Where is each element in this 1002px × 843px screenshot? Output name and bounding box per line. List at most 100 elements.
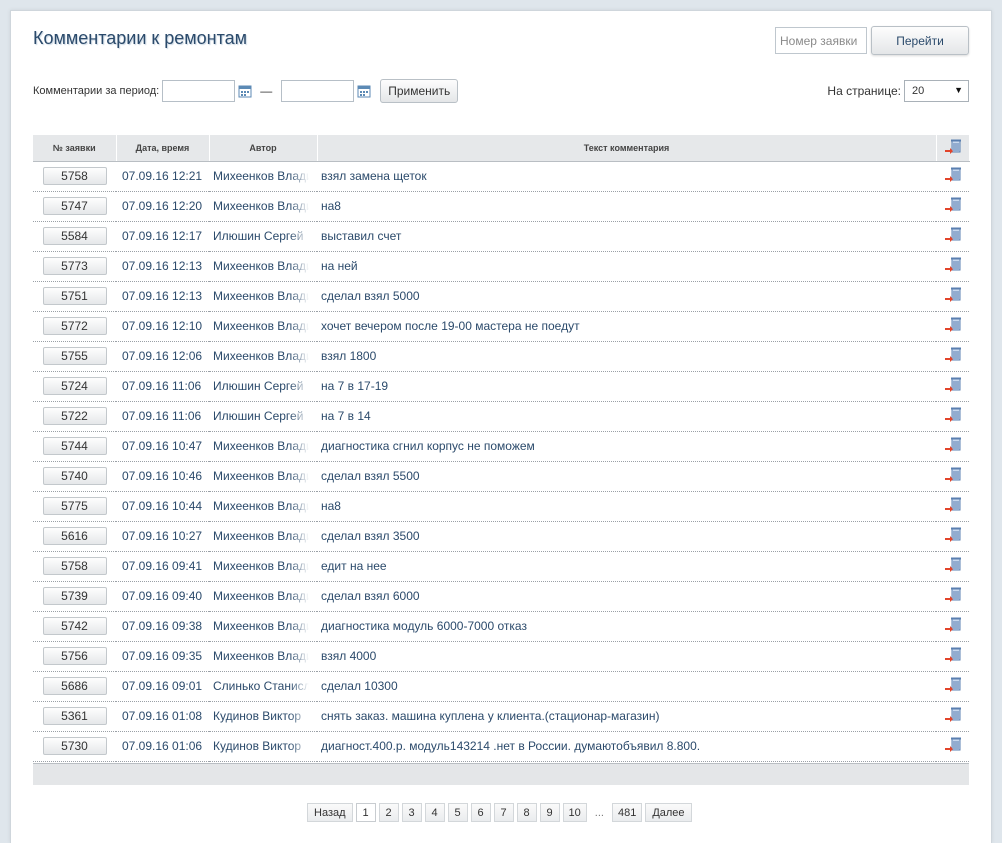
page-button[interactable]: 8 bbox=[516, 803, 537, 822]
delete-comment-icon[interactable] bbox=[944, 466, 962, 484]
actions-cell bbox=[936, 431, 969, 462]
page-button[interactable]: 9 bbox=[539, 803, 560, 822]
date-from-input[interactable] bbox=[162, 80, 236, 102]
delete-comment-icon[interactable] bbox=[944, 346, 962, 364]
table-row: 5758 07.09.16 09:41 Михеенков Владимир едит… bbox=[33, 551, 969, 582]
order-number-button[interactable]: 5739 bbox=[42, 587, 107, 605]
column-header-datetime: Дата, время bbox=[116, 135, 210, 162]
table-footer bbox=[33, 763, 969, 785]
comment-text-cell: взял замена щеток bbox=[317, 161, 936, 192]
order-number-button[interactable]: 5751 bbox=[42, 287, 107, 305]
table-row: 5751 07.09.16 12:13 Михеенков Владимир сдел… bbox=[33, 281, 969, 312]
datetime-cell: 07.09.16 12:06 bbox=[116, 341, 209, 372]
order-number-button[interactable]: 5755 bbox=[42, 347, 107, 365]
order-number-button[interactable]: 5361 bbox=[42, 707, 107, 725]
order-number-button[interactable]: 5616 bbox=[42, 527, 107, 545]
delete-comment-icon[interactable] bbox=[944, 286, 962, 304]
author-cell: Михеенков Владимир bbox=[209, 581, 317, 612]
date-to-input[interactable] bbox=[281, 80, 355, 102]
order-number-cell: 5739 bbox=[33, 581, 116, 612]
order-number-button[interactable]: 5584 bbox=[42, 227, 107, 245]
page-button-last[interactable]: 481 bbox=[611, 803, 643, 822]
order-number-button[interactable]: 5742 bbox=[42, 617, 107, 635]
delete-comment-icon[interactable] bbox=[944, 526, 962, 544]
page-button[interactable]: 6 bbox=[470, 803, 491, 822]
per-page-select[interactable]: 20 ▼ bbox=[904, 80, 969, 102]
go-button[interactable]: Перейти bbox=[871, 26, 969, 55]
table-row: 5730 07.09.16 01:06 Кудинов Виктор диагност… bbox=[33, 731, 969, 762]
table-row: 5722 07.09.16 11:06 Илюшин Сергей на 7 в 14 bbox=[33, 401, 969, 432]
order-number-cell: 5740 bbox=[33, 461, 116, 492]
order-number-button[interactable]: 5758 bbox=[42, 167, 107, 185]
page-button[interactable]: 1 bbox=[355, 803, 376, 822]
delete-comment-icon[interactable] bbox=[944, 376, 962, 394]
order-number-button[interactable]: 5724 bbox=[42, 377, 107, 395]
datetime-cell: 07.09.16 10:44 bbox=[116, 491, 209, 522]
order-number-cell: 5758 bbox=[33, 551, 116, 582]
table-row: 5616 07.09.16 10:27 Михеенков Владимир сдел… bbox=[33, 521, 969, 552]
datetime-cell: 07.09.16 12:10 bbox=[116, 311, 209, 342]
delete-comment-icon[interactable] bbox=[944, 256, 962, 274]
order-number-button[interactable]: 5772 bbox=[42, 317, 107, 335]
page-button[interactable]: 7 bbox=[493, 803, 514, 822]
page-button[interactable]: 5 bbox=[447, 803, 468, 822]
actions-cell bbox=[936, 581, 969, 612]
order-number-cell: 5773 bbox=[33, 251, 116, 282]
order-number-button[interactable]: 5730 bbox=[42, 737, 107, 755]
order-number-button[interactable]: 5773 bbox=[42, 257, 107, 275]
delete-comment-icon[interactable] bbox=[944, 646, 962, 664]
table-row: 5773 07.09.16 12:13 Михеенков Владимир на н… bbox=[33, 251, 969, 282]
order-number-input[interactable] bbox=[775, 27, 867, 54]
datetime-cell: 07.09.16 11:06 bbox=[116, 401, 209, 432]
author-name: Илюшин Сергей bbox=[213, 409, 304, 423]
delete-comment-icon[interactable] bbox=[944, 736, 962, 754]
delete-comment-icon[interactable] bbox=[944, 316, 962, 334]
page-button[interactable]: 3 bbox=[401, 803, 422, 822]
order-number-button[interactable]: 5740 bbox=[42, 467, 107, 485]
delete-comment-icon[interactable] bbox=[944, 706, 962, 724]
author-name: Михеенков Владимир bbox=[213, 469, 309, 483]
delete-comment-icon[interactable] bbox=[944, 676, 962, 694]
delete-comment-icon[interactable] bbox=[944, 196, 962, 214]
actions-cell bbox=[936, 731, 969, 762]
author-name: Михеенков Владимир bbox=[213, 559, 309, 573]
delete-all-icon[interactable] bbox=[944, 138, 962, 156]
range-dash: — bbox=[260, 84, 273, 98]
apply-button[interactable]: Применить bbox=[380, 79, 459, 103]
delete-comment-icon[interactable] bbox=[944, 436, 962, 454]
datetime-cell: 07.09.16 09:40 bbox=[116, 581, 209, 612]
order-number-button[interactable]: 5747 bbox=[42, 197, 107, 215]
table-row: 5740 07.09.16 10:46 Михеенков Владимир сдел… bbox=[33, 461, 969, 492]
delete-comment-icon[interactable] bbox=[944, 166, 962, 184]
delete-comment-icon[interactable] bbox=[944, 406, 962, 424]
author-name: Михеенков Владимир bbox=[213, 589, 309, 603]
page-button[interactable]: 4 bbox=[424, 803, 445, 822]
delete-comment-icon[interactable] bbox=[944, 556, 962, 574]
next-page-button[interactable]: Далее bbox=[645, 803, 692, 822]
order-number-button[interactable]: 5744 bbox=[42, 437, 107, 455]
comment-text-cell: сделал взял 3500 bbox=[317, 521, 936, 552]
order-number-button[interactable]: 5758 bbox=[42, 557, 107, 575]
order-number-button[interactable]: 5722 bbox=[42, 407, 107, 425]
order-number-cell: 5775 bbox=[33, 491, 116, 522]
delete-comment-icon[interactable] bbox=[944, 586, 962, 604]
chevron-down-icon: ▼ bbox=[954, 85, 963, 95]
order-number-button[interactable]: 5775 bbox=[42, 497, 107, 515]
delete-comment-icon[interactable] bbox=[944, 616, 962, 634]
delete-comment-icon[interactable] bbox=[944, 496, 962, 514]
page-button[interactable]: 2 bbox=[378, 803, 399, 822]
actions-cell bbox=[936, 491, 969, 522]
delete-comment-icon[interactable] bbox=[944, 226, 962, 244]
author-cell: Михеенков Владимир bbox=[209, 521, 317, 552]
table-row: 5747 07.09.16 12:20 Михеенков Владимир на8 bbox=[33, 191, 969, 222]
author-cell: Кудинов Виктор bbox=[209, 731, 317, 762]
prev-page-button[interactable]: Назад bbox=[307, 803, 353, 822]
author-name: Михеенков Владимир bbox=[213, 169, 309, 183]
author-cell: Илюшин Сергей bbox=[209, 371, 317, 402]
calendar-icon[interactable] bbox=[357, 84, 371, 98]
order-number-button[interactable]: 5686 bbox=[42, 677, 107, 695]
page-button[interactable]: 10 bbox=[562, 803, 587, 822]
order-number-button[interactable]: 5756 bbox=[42, 647, 107, 665]
author-cell: Слинько Станислав bbox=[209, 671, 317, 702]
calendar-icon[interactable] bbox=[238, 84, 252, 98]
